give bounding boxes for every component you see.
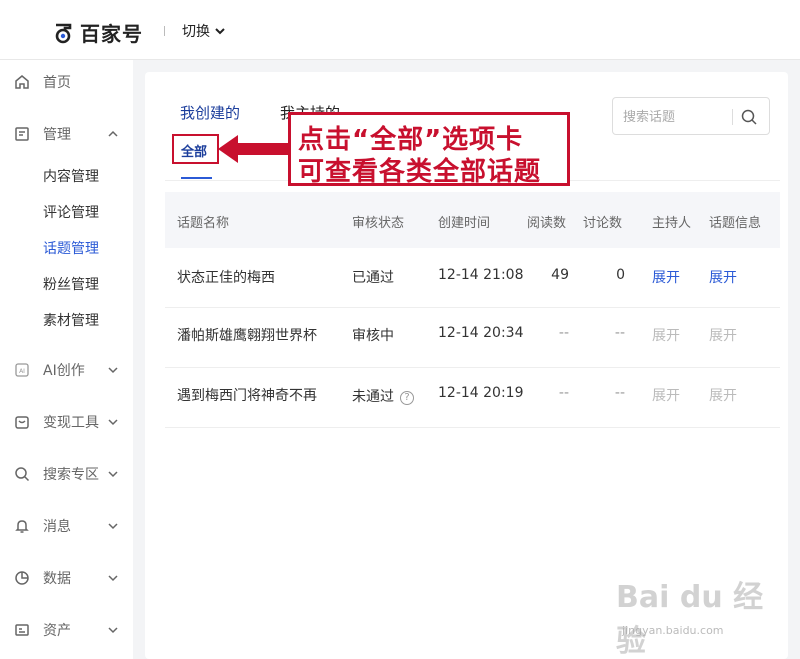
sidebar-subitem-fans[interactable]: 粉丝管理: [43, 274, 99, 294]
sidebar-item-monetize[interactable]: 变现工具: [0, 406, 133, 438]
wallet-icon: [15, 416, 29, 429]
switch-label: 切换: [182, 24, 210, 40]
baidu-jingyan-watermark: Bai du 经验 jingyan.baidu.com: [612, 566, 792, 659]
column-header: 审核状态: [352, 216, 405, 231]
logo-icon: [55, 23, 72, 43]
topic-name[interactable]: 状态正佳的梅西: [177, 267, 275, 287]
switch-account-button[interactable]: 切换: [182, 21, 226, 41]
table-header: 话题名称 审核状态 创建时间 阅读数 讨论数 主持人 话题信息: [165, 192, 780, 248]
svg-text:AI: AI: [19, 368, 25, 375]
sidebar-item-assets[interactable]: 资产: [0, 614, 133, 646]
created-time: 12-14 21:08: [438, 267, 524, 283]
subtab-active-indicator: [181, 177, 212, 179]
help-icon[interactable]: ?: [400, 391, 414, 405]
discussion-count: 0: [616, 267, 625, 283]
sidebar-item-ai[interactable]: AI AI创作: [0, 354, 133, 386]
pie-chart-icon: [15, 571, 29, 585]
sidebar-item-label: 消息: [43, 519, 71, 535]
annotation-callout: 点击“全部”选项卡 可查看各类全部话题: [288, 112, 570, 187]
sidebar: 首页 管理 内容管理 评论管理 话题管理 粉丝管理 素材管理 AI AI创作 变…: [0, 60, 133, 659]
review-status: 未通过: [352, 389, 394, 405]
bell-icon: [15, 520, 29, 533]
review-status-group: 未通过?: [352, 386, 414, 406]
created-time: 12-14 20:19: [438, 385, 524, 401]
sidebar-item-label: 首页: [43, 75, 71, 91]
topic-search-box: [612, 97, 770, 135]
chevron-down-icon: [108, 523, 118, 530]
subtab-all[interactable]: 全部: [181, 141, 207, 160]
sidebar-item-data[interactable]: 数据: [0, 562, 133, 594]
annotation-line-2: 可查看各类全部话题: [298, 157, 542, 187]
discussion-count: --: [614, 325, 625, 341]
read-count: --: [558, 385, 569, 401]
host-expand-link: 展开: [652, 388, 680, 404]
sidebar-item-label: 管理: [43, 127, 71, 143]
chevron-down-icon: [108, 419, 118, 426]
table-row: 潘帕斯雄鹰翱翔世界杯 审核中 12-14 20:34 -- -- 展开 展开: [165, 308, 780, 368]
sidebar-item-search-zone[interactable]: 搜索专区: [0, 458, 133, 490]
sidebar-subitem-materials[interactable]: 素材管理: [43, 310, 99, 330]
topic-search-input[interactable]: [623, 107, 728, 127]
search-divider: [732, 109, 733, 125]
logo[interactable]: 百家号: [52, 18, 143, 47]
host-expand-link: 展开: [652, 328, 680, 344]
sidebar-item-messages[interactable]: 消息: [0, 510, 133, 542]
sidebar-item-label: 数据: [43, 571, 71, 587]
column-header: 创建时间: [438, 216, 491, 231]
watermark-url: jingyan.baidu.com: [622, 624, 724, 637]
column-header: 讨论数: [583, 216, 623, 231]
topic-name[interactable]: 遇到梅西门将神奇不再: [177, 385, 317, 405]
top-bar: 百家号 切换: [0, 0, 800, 60]
info-expand-link: 展开: [709, 328, 737, 344]
host-expand-link[interactable]: 展开: [652, 267, 680, 287]
column-header: 阅读数: [527, 216, 567, 231]
search-icon: [15, 467, 30, 482]
review-status: 审核中: [352, 328, 394, 344]
sidebar-item-label: 变现工具: [43, 415, 99, 431]
chevron-down-icon: [215, 28, 225, 35]
sidebar-item-label: 资产: [43, 623, 71, 639]
review-status: 已通过: [352, 270, 394, 286]
chevron-down-icon: [108, 575, 118, 582]
discussion-count: --: [614, 385, 625, 401]
search-icon[interactable]: [740, 108, 758, 126]
logo-text: 百家号: [80, 22, 143, 46]
created-time: 12-14 20:34: [438, 325, 524, 341]
sidebar-item-manage[interactable]: 管理: [0, 118, 133, 150]
chevron-down-icon: [108, 471, 118, 478]
chevron-down-icon: [108, 367, 118, 374]
home-icon: [15, 75, 29, 89]
table-row: 遇到梅西门将神奇不再 未通过? 12-14 20:19 -- -- 展开 展开: [165, 368, 780, 428]
chevron-up-icon: [108, 130, 118, 137]
sidebar-subitem-topics[interactable]: 话题管理: [43, 238, 99, 258]
sidebar-item-label: 搜索专区: [43, 467, 99, 483]
header-divider: [164, 26, 165, 36]
sidebar-subitem-content[interactable]: 内容管理: [43, 166, 99, 186]
watermark-text: Bai du 经验: [616, 580, 764, 659]
card-icon: [15, 624, 29, 636]
tab-my-created[interactable]: 我创建的: [180, 102, 240, 123]
info-expand-link: 展开: [709, 388, 737, 404]
document-icon: [15, 127, 29, 141]
column-header: 主持人: [652, 216, 692, 231]
column-header: 话题名称: [177, 216, 230, 231]
sidebar-item-home[interactable]: 首页: [0, 66, 133, 98]
sidebar-subitem-comments[interactable]: 评论管理: [43, 202, 99, 222]
info-expand-link[interactable]: 展开: [709, 267, 737, 287]
ai-icon: AI: [15, 363, 29, 377]
chevron-down-icon: [108, 627, 118, 634]
column-header: 话题信息: [709, 216, 762, 231]
annotation-arrow-icon: [218, 135, 290, 163]
topic-name[interactable]: 潘帕斯雄鹰翱翔世界杯: [177, 325, 317, 345]
sidebar-item-label: AI创作: [43, 363, 85, 379]
read-count: --: [558, 325, 569, 341]
read-count: 49: [551, 267, 569, 283]
table-row: 状态正佳的梅西 已通过 12-14 21:08 49 0 展开 展开: [165, 248, 780, 308]
